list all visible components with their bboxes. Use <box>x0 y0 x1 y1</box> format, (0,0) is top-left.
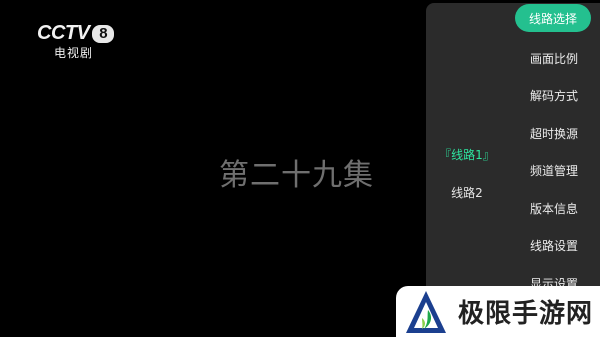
channel-name: CCTV <box>37 22 90 44</box>
channel-logo: CCTV 8 电视剧 <box>37 22 117 62</box>
menu-item-aspect-ratio[interactable]: 画面比例 <box>508 40 600 78</box>
channel-subtitle: 电视剧 <box>54 46 94 60</box>
menu-item-channel-manage[interactable]: 频道管理 <box>508 152 600 190</box>
episode-title: 第二十九集 <box>219 158 374 193</box>
route-item-2[interactable]: 线路2 <box>426 173 508 211</box>
menu-item-version-info[interactable]: 版本信息 <box>508 190 600 228</box>
triangle-logo-icon <box>406 290 446 333</box>
channel-number: 8 <box>92 24 115 43</box>
menu-item-timeout-switch[interactable]: 超时换源 <box>508 115 600 153</box>
route-item-1[interactable]: 『线路1』 <box>426 135 508 173</box>
menu-item-route-select[interactable]: 线路选择 <box>515 4 591 32</box>
watermark: 极限手游网 <box>396 286 600 337</box>
channel-logo-main: CCTV 8 <box>37 22 115 45</box>
menu-item-route-settings[interactable]: 线路设置 <box>508 227 600 265</box>
watermark-text: 极限手游网 <box>458 299 594 329</box>
menu-item-decoder[interactable]: 解码方式 <box>508 77 600 115</box>
route-list: 『线路1』 线路2 <box>426 135 508 211</box>
settings-menu: 线路选择 画面比例 解码方式 超时换源 频道管理 版本信息 线路设置 显示设置 <box>508 2 600 302</box>
